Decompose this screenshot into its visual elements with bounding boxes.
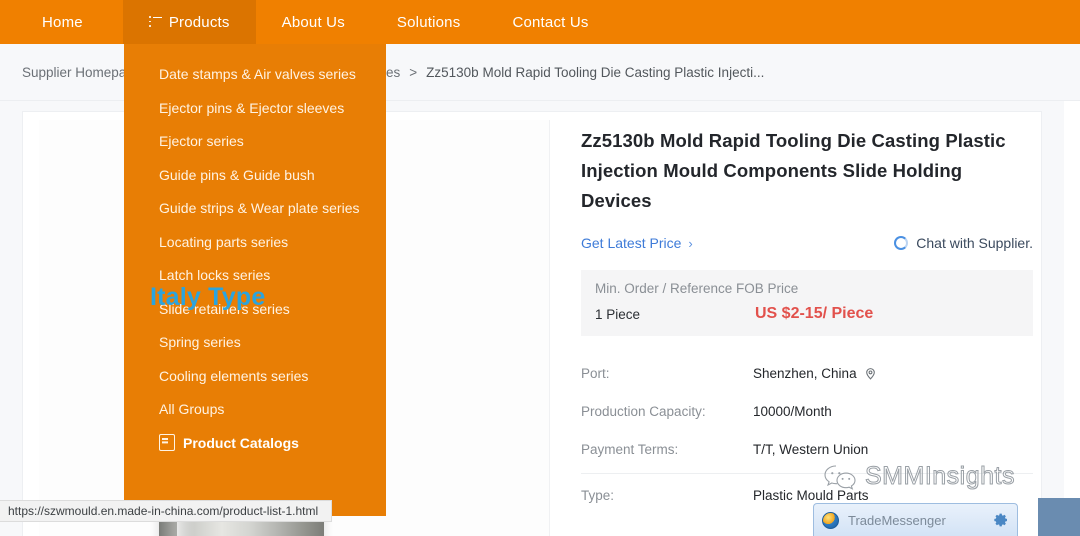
products-dropdown-menu[interactable]: Date stamps & Air valves series Ejector … xyxy=(124,44,386,516)
list-icon xyxy=(148,16,162,28)
spec-value-port: Shenzhen, China xyxy=(753,366,877,381)
nav-item-solutions[interactable]: Solutions xyxy=(371,0,487,44)
spec-key-port: Port: xyxy=(581,365,610,381)
product-action-row: Get Latest Price › Chat with Supplier. xyxy=(581,232,1033,254)
product-detail-panel: Zz5130b Mold Rapid Tooling Die Casting P… xyxy=(581,126,1033,536)
min-order-value: 1 Piece xyxy=(595,306,641,322)
globe-icon xyxy=(822,511,839,529)
nav-item-solutions-label: Solutions xyxy=(396,13,461,31)
dropdown-item-spring-series[interactable]: Spring series xyxy=(124,331,386,354)
chevron-right-icon: › xyxy=(688,235,693,251)
dropdown-item-all-groups[interactable]: All Groups xyxy=(124,398,386,421)
page-title: Zz5130b Mold Rapid Tooling Die Casting P… xyxy=(581,130,1006,211)
dropdown-item-guide-strips-wear-plate[interactable]: Guide strips & Wear plate series xyxy=(124,197,386,220)
nav-item-contact-us-label: Contact Us xyxy=(512,13,589,31)
dropdown-item-cooling-elements[interactable]: Cooling elements series xyxy=(124,365,386,388)
spec-value-port-text: Shenzhen, China xyxy=(753,365,857,381)
dropdown-item-locating-parts[interactable]: Locating parts series xyxy=(124,231,386,254)
breadcrumb-tail: ies > Zz5130b Mold Rapid Tooling Die Cas… xyxy=(383,44,764,101)
dropdown-item-product-catalogs[interactable]: Product Catalogs xyxy=(124,432,386,455)
nav-item-home[interactable]: Home xyxy=(0,0,123,44)
trade-messenger-widget[interactable]: TradeMessenger xyxy=(813,503,1018,536)
nav-item-products[interactable]: Products xyxy=(122,0,256,44)
price-panel-label: Min. Order / Reference FOB Price xyxy=(595,281,799,296)
status-bar-url: https://szwmould.en.made-in-china.com/pr… xyxy=(8,504,319,518)
dropdown-item-product-catalogs-label: Product Catalogs xyxy=(183,434,299,451)
spec-row: Port: Shenzhen, China xyxy=(581,354,1033,392)
spec-key-type: Type: xyxy=(581,487,615,503)
breadcrumb-separator-icon: > xyxy=(409,65,418,80)
dropdown-item-latch-locks[interactable]: Latch locks series xyxy=(124,264,386,287)
dropdown-item-date-stamps-air-valves[interactable]: Date stamps & Air valves series xyxy=(124,63,386,86)
chat-with-supplier-button[interactable]: Chat with Supplier. xyxy=(894,235,1033,251)
get-latest-price-link[interactable]: Get Latest Price › xyxy=(581,235,693,251)
nav-item-contact-us[interactable]: Contact Us xyxy=(486,0,614,44)
dropdown-item-ejector-series[interactable]: Ejector series xyxy=(124,130,386,153)
location-pin-icon xyxy=(865,367,875,380)
spec-value-production-capacity: 10000/Month xyxy=(753,403,832,419)
spec-key-production-capacity: Production Capacity: xyxy=(581,403,706,419)
spec-key-payment-terms: Payment Terms: xyxy=(581,441,679,457)
chat-with-supplier-label: Chat with Supplier. xyxy=(916,235,1033,251)
browser-page: Home Products About Us Solutions Contact… xyxy=(0,0,1080,536)
spec-divider xyxy=(581,473,1033,474)
spec-row: Production Capacity: 10000/Month xyxy=(581,392,1033,430)
price-panel-values: 1 Piece US $2-15/ Piece xyxy=(595,305,1019,323)
nav-item-home-label: Home xyxy=(42,13,83,31)
nav-item-about-us[interactable]: About Us xyxy=(256,0,371,44)
page-right-margin xyxy=(1064,101,1080,536)
get-latest-price-label: Get Latest Price xyxy=(581,235,682,251)
fob-price-value: US $2-15/ Piece xyxy=(755,305,874,322)
spec-value-type: Plastic Mould Parts xyxy=(753,487,869,503)
browser-status-bar: https://szwmould.en.made-in-china.com/pr… xyxy=(0,500,332,522)
chat-circle-icon xyxy=(894,236,909,250)
gear-icon[interactable] xyxy=(993,512,1009,528)
dropdown-item-guide-pins-bush[interactable]: Guide pins & Guide bush xyxy=(124,164,386,187)
price-panel: Min. Order / Reference FOB Price 1 Piece… xyxy=(581,270,1033,336)
dropdown-item-slide-retainers[interactable]: Slide retainers series xyxy=(124,298,386,321)
trade-messenger-title: TradeMessenger xyxy=(848,512,946,528)
nav-item-products-label: Products xyxy=(168,13,230,31)
spec-row: Payment Terms: T/T, Western Union xyxy=(581,430,1033,468)
nav-item-about-us-label: About Us xyxy=(281,13,345,31)
breadcrumb-current-page: Zz5130b Mold Rapid Tooling Die Casting P… xyxy=(426,65,765,80)
spec-value-payment-terms: T/T, Western Union xyxy=(753,441,869,457)
site-main-nav: Home Products About Us Solutions Contact… xyxy=(0,0,1080,44)
catalog-icon xyxy=(159,434,175,452)
dropdown-item-ejector-pins-sleeves[interactable]: Ejector pins & Ejector sleeves xyxy=(124,97,386,120)
desktop-blue-panel xyxy=(1038,498,1080,536)
